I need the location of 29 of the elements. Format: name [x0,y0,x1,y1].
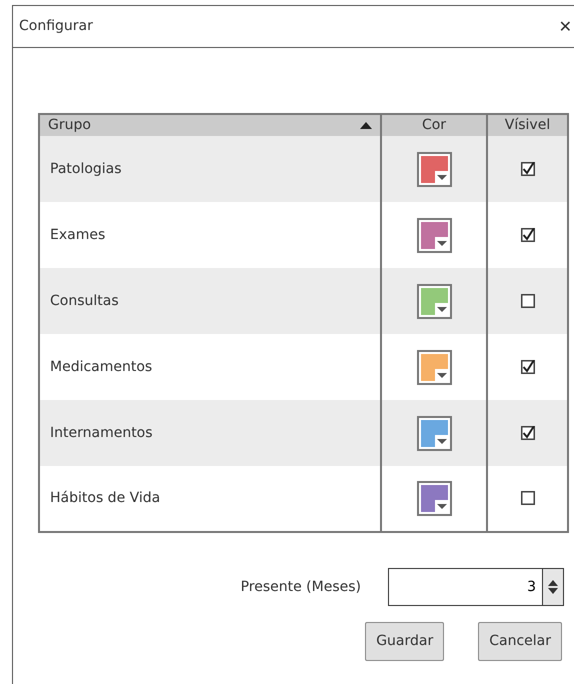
group-name: Internamentos [50,424,153,440]
group-name: Hábitos de Vida [50,490,160,506]
checkbox[interactable] [520,491,534,506]
checkbox[interactable] [520,228,534,242]
checkbox[interactable] [520,360,534,374]
sort-ascending-icon [360,122,372,129]
cancel-button[interactable]: Cancelar [478,622,562,661]
spin-arrows-icon [547,578,559,596]
dropdown-arrow-icon [436,372,446,378]
window-title: Configurar [19,17,93,36]
spin-button[interactable] [542,568,564,606]
field-label: Presente (Meses) [240,578,361,596]
dropdown-arrow-icon [436,174,446,180]
checkbox[interactable] [520,426,534,440]
group-name: Patologias [50,160,122,176]
dropdown-arrow-icon [436,438,446,444]
dropdown-arrow-icon [436,240,446,246]
number-field[interactable]: 3 [388,568,542,606]
group-name: Exames [50,226,106,242]
close-button[interactable]: ✕ [556,14,574,38]
dropdown-arrow-icon [436,306,446,312]
checkbox[interactable] [520,162,534,176]
column-header[interactable]: Cor [422,117,446,133]
checkbox[interactable] [520,294,534,308]
group-name: Consultas [50,292,119,308]
save-button[interactable]: Guardar [365,622,444,661]
group-name: Medicamentos [50,358,152,374]
column-header[interactable]: Grupo [48,115,91,136]
dropdown-arrow-icon [436,504,446,509]
